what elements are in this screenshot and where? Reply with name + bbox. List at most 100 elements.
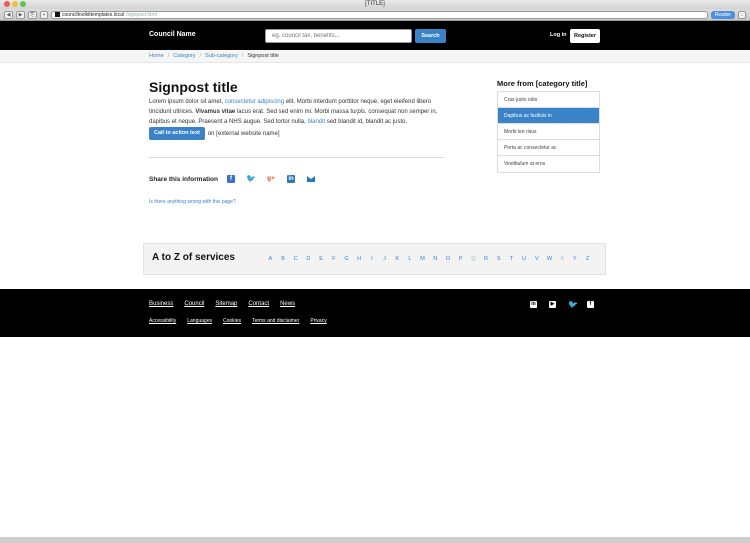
a-to-z-letter-w[interactable]: W (543, 256, 556, 262)
address-bar[interactable]: counciltoolkittemplates.local/signpost.h… (51, 10, 708, 19)
a-to-z-letter-v[interactable]: V (530, 256, 543, 262)
sidebar-item-active[interactable]: Dapibus ac facilisis in (498, 108, 599, 124)
intro-text: Lorem ipsum dolor sit amet, (149, 99, 225, 105)
sidebar-item[interactable]: Vestibulum at eros (498, 156, 599, 172)
share-icons: f 🐦 g+ in (226, 175, 315, 183)
share-section: Share this information f 🐦 g+ in (149, 175, 315, 183)
download-icon[interactable]: ↓ (738, 10, 746, 19)
a-to-z-letter-g[interactable]: G (340, 256, 353, 262)
a-to-z-panel: A to Z of services ABCDEFGHIJKLMNOPQRSTU… (143, 243, 606, 275)
breadcrumb-subcategory[interactable]: Sub-category (205, 53, 238, 59)
window-title: [TITLE] (365, 1, 385, 7)
a-to-z-letter-h[interactable]: H (353, 256, 366, 262)
a-to-z-letter-d[interactable]: D (302, 256, 315, 262)
footer-link-accessibility[interactable]: Accessibility (149, 318, 176, 324)
a-to-z-title: A to Z of services (152, 252, 235, 263)
intro-bold-text: Vivamus vitae (195, 109, 236, 115)
sidebar-list: Cras justo odio Dapibus ac facilisis in … (497, 91, 600, 173)
sidebar-title: More from [category title] (497, 79, 588, 88)
a-to-z-letter-m[interactable]: M (416, 256, 429, 262)
window-controls (4, 1, 26, 7)
a-to-z-letter-k[interactable]: K (391, 256, 404, 262)
intro-text: sed blandit id, blandit ac justo. (325, 119, 408, 125)
a-to-z-letter-x[interactable]: X (556, 256, 569, 262)
twitter-icon[interactable]: 🐦 (568, 301, 578, 309)
back-icon[interactable]: ◀ (4, 10, 13, 19)
close-window-icon[interactable] (4, 1, 10, 7)
a-to-z-letter-o[interactable]: O (442, 256, 455, 262)
intro-link[interactable]: blandit (307, 119, 325, 125)
a-to-z-letter-n[interactable]: N (429, 256, 442, 262)
login-link[interactable]: Log in (550, 32, 567, 38)
window-bottom-edge (0, 537, 750, 543)
breadcrumb-separator: / (199, 53, 202, 59)
a-to-z-letter-l[interactable]: L (404, 256, 417, 262)
footer-link-terms[interactable]: Terms and disclaimer (252, 318, 299, 324)
call-to-action-button[interactable]: Call to action text (149, 127, 205, 140)
footer-nav-council[interactable]: Council (184, 301, 204, 307)
sidebar-item[interactable]: Cras justo odio (498, 92, 599, 108)
facebook-icon[interactable]: f (226, 175, 235, 183)
google-plus-icon[interactable]: g+ (267, 175, 275, 183)
search-input[interactable] (265, 29, 412, 43)
url-host: counciltoolkittemplates.local (62, 11, 124, 18)
minimize-window-icon[interactable] (12, 1, 18, 7)
site-footer: Business Council Sitemap Contact News Ac… (0, 289, 750, 337)
footer-link-cookies[interactable]: Cookies (223, 318, 241, 324)
a-to-z-letter-b[interactable]: B (277, 256, 290, 262)
sidebar-item[interactable]: Morbi leo risus (498, 124, 599, 140)
report-problem-link[interactable]: Is there anything wrong with this page? (149, 199, 236, 205)
footer-nav: Business Council Sitemap Contact News (149, 301, 295, 307)
footer-link-privacy[interactable]: Privacy (310, 318, 326, 324)
linkedin-icon[interactable]: in (530, 301, 537, 308)
a-to-z-letter-p[interactable]: P (454, 256, 467, 262)
email-icon[interactable] (306, 176, 315, 182)
search-button[interactable]: Search (415, 29, 446, 43)
footer-social: in ▶ 🐦 f (530, 301, 594, 309)
a-to-z-letter-i[interactable]: I (366, 256, 379, 262)
new-tab-icon[interactable]: + (40, 10, 48, 19)
a-to-z-letter-f[interactable]: F (327, 256, 340, 262)
a-to-z-letter-z[interactable]: Z (581, 256, 594, 262)
a-to-z-letter-c[interactable]: C (289, 256, 302, 262)
site-header: Council Name Search Log in Register (0, 21, 750, 50)
url-path: /signpost.html (125, 11, 157, 18)
share-icon[interactable]: ⎘ (28, 10, 37, 19)
reader-button[interactable]: Reader (710, 10, 735, 19)
cta-suffix: on [external website name] (207, 130, 280, 137)
sidebar-item[interactable]: Porta ac consectetur ac (498, 140, 599, 156)
zoom-window-icon[interactable] (20, 1, 26, 7)
intro-italic-text: turpis (350, 109, 365, 115)
breadcrumb-home[interactable]: Home (149, 53, 164, 59)
a-to-z-letter-u[interactable]: U (518, 256, 531, 262)
footer-nav-business[interactable]: Business (149, 301, 173, 307)
a-to-z-letter-j[interactable]: J (378, 256, 391, 262)
site-brand[interactable]: Council Name (149, 31, 196, 38)
footer-links: Accessibility Languages Cookies Terms an… (149, 318, 327, 324)
a-to-z-letter-a[interactable]: A (264, 256, 277, 262)
footer-nav-contact[interactable]: Contact (248, 301, 269, 307)
cta-row: Call to action text on [external website… (149, 127, 280, 140)
forward-icon[interactable]: ▶ (16, 10, 25, 19)
breadcrumb-current: Signpost title (247, 53, 279, 59)
intro-link[interactable]: consectetur adipiscing (225, 99, 284, 105)
youtube-icon[interactable]: ▶ (549, 301, 556, 308)
footer-link-languages[interactable]: Languages (187, 318, 212, 324)
breadcrumb: Home / Category / Sub-category / Signpost titl… (0, 50, 750, 63)
main-content: Signpost title Lorem ipsum dolor sit ame… (0, 63, 750, 240)
footer-nav-news[interactable]: News (280, 301, 295, 307)
twitter-icon[interactable]: 🐦 (246, 175, 256, 183)
a-to-z-letter-y[interactable]: Y (569, 256, 582, 262)
a-to-z-letter-s[interactable]: S (492, 256, 505, 262)
a-to-z-letter-t[interactable]: T (505, 256, 518, 262)
a-to-z-letter-e[interactable]: E (315, 256, 328, 262)
breadcrumb-category[interactable]: Category (173, 53, 195, 59)
breadcrumb-separator: / (167, 53, 170, 59)
linkedin-icon[interactable]: in (286, 175, 295, 183)
facebook-icon[interactable]: f (587, 301, 594, 308)
register-button[interactable]: Register (570, 29, 600, 43)
footer-nav-sitemap[interactable]: Sitemap (215, 301, 237, 307)
a-to-z-letter-r[interactable]: R (480, 256, 493, 262)
a-to-z-letter-q[interactable]: Q (467, 256, 480, 262)
content-divider (149, 157, 445, 158)
